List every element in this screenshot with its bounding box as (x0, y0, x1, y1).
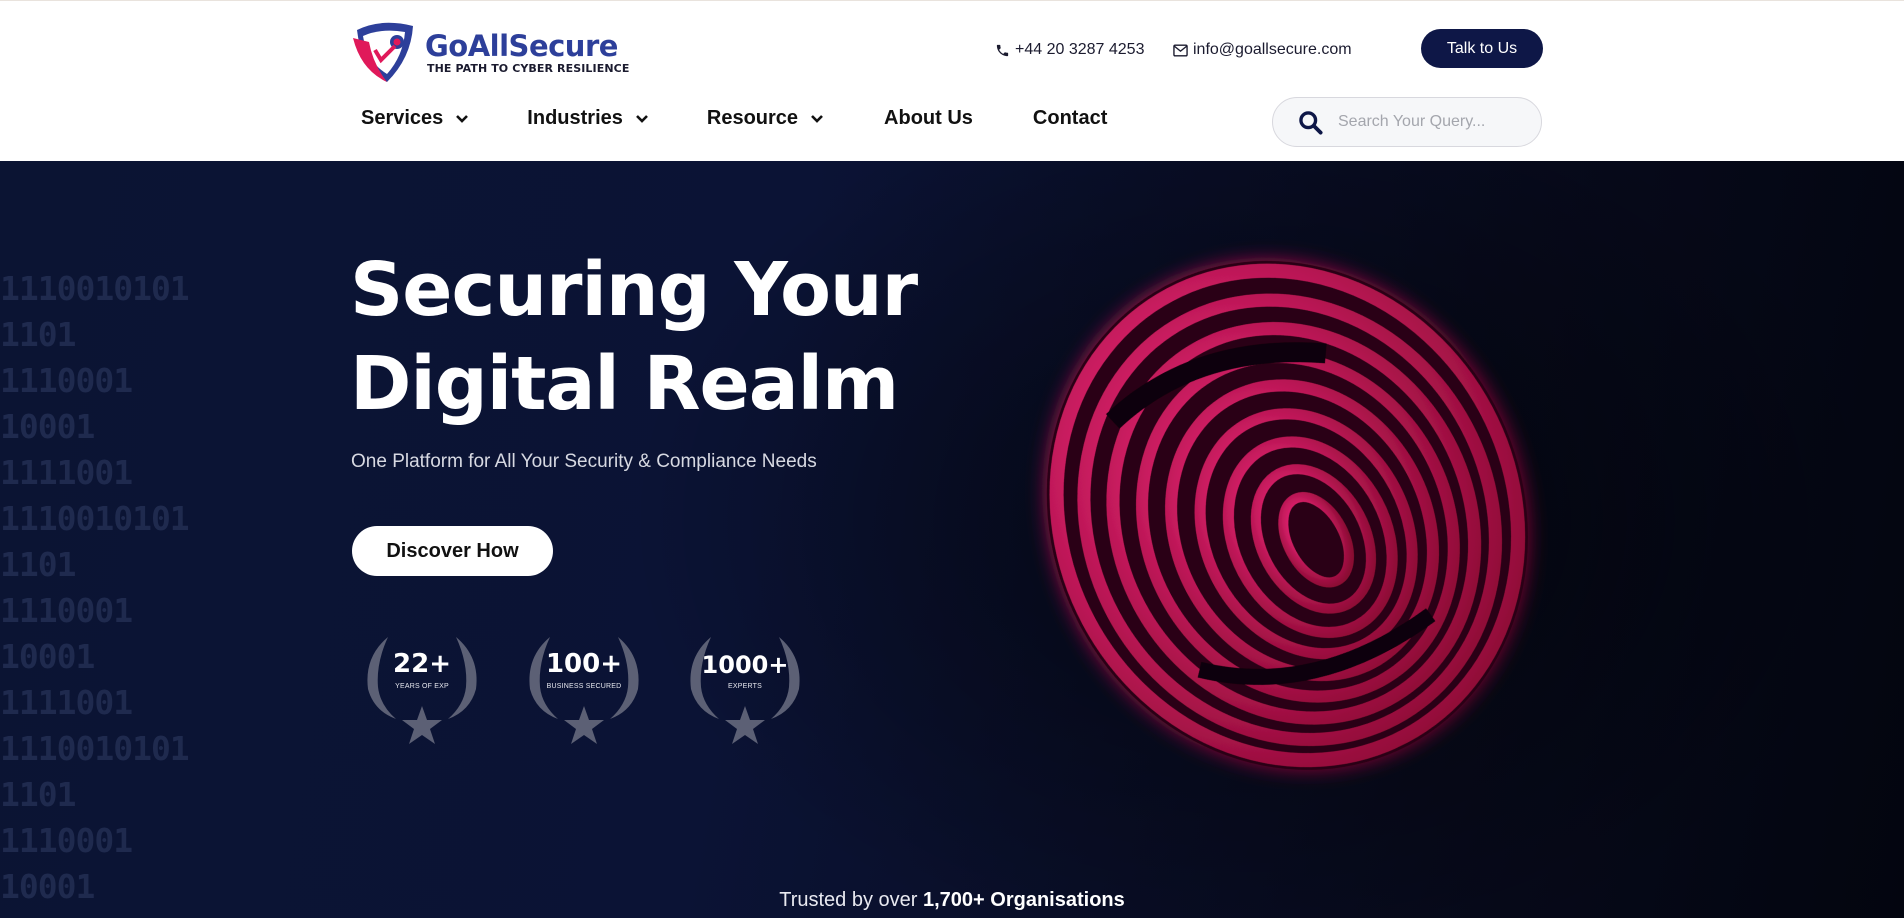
binary-line: 1101 (0, 545, 76, 584)
badge-number: 22+ (393, 649, 451, 679)
search-icon[interactable] (1297, 109, 1324, 136)
badge-number: 100+ (545, 649, 623, 679)
nav-item-label: Services (361, 107, 444, 129)
binary-line: 1110001 (0, 361, 133, 400)
envelope-icon (1173, 44, 1188, 56)
nav-item-services[interactable]: Services (361, 107, 469, 130)
fingerprint-illustration (1046, 260, 1529, 771)
binary-line: 1110001 (0, 821, 133, 860)
shield-logo-icon (353, 22, 413, 82)
nav-item-industries[interactable]: Industries (527, 107, 649, 130)
brand-logo[interactable]: GoAllSecure THE PATH TO CYBER RESILIENCE (351, 20, 631, 84)
binary-line: 1110010101 (0, 499, 190, 538)
binary-line: 10001 (0, 407, 95, 446)
discover-how-button[interactable]: Discover How (352, 526, 553, 576)
hero-title: Securing Your Digital Realm (350, 243, 918, 431)
binary-background-text: 1110010101 1101 1110001 10001 1111001 1110010… (0, 266, 190, 910)
email-link[interactable]: info@goallsecure.com (1173, 41, 1352, 59)
binary-line: 1110010101 (0, 729, 190, 768)
badge-number: 1000+ (701, 651, 789, 679)
brand-name: GoAllSecure (425, 28, 618, 63)
chevron-down-icon (811, 114, 823, 123)
phone-link[interactable]: +44 20 3287 4253 (995, 41, 1144, 59)
talk-to-us-button[interactable]: Talk to Us (1421, 29, 1543, 68)
hero-title-line1: Securing Your (350, 247, 918, 333)
badge-label: EXPERTS (728, 683, 762, 690)
main-nav: Services Industries Resource About Us Co… (361, 107, 1107, 130)
trusted-by-text: Trusted by over 1,700+ Organisations (0, 889, 1904, 912)
site-header: GoAllSecure THE PATH TO CYBER RESILIENCE… (0, 0, 1904, 161)
nav-item-about-us[interactable]: About Us (884, 107, 973, 130)
badge-label: BUSINESS SECURED (546, 683, 622, 690)
nav-item-contact[interactable]: Contact (1033, 107, 1107, 130)
nav-item-label: Industries (527, 107, 623, 129)
email-address: info@goallsecure.com (1193, 41, 1352, 58)
search-box (1272, 97, 1542, 147)
binary-line: 1110001 (0, 591, 133, 630)
binary-line: 1101 (0, 315, 76, 354)
binary-line: 1111001 (0, 453, 133, 492)
nav-item-label: Contact (1032, 107, 1108, 129)
phone-icon (996, 44, 1009, 56)
hero-subtitle: One Platform for All Your Security & Com… (351, 451, 817, 472)
chevron-down-icon (635, 114, 648, 123)
binary-line: 10001 (0, 637, 95, 676)
phone-number: +44 20 3287 4253 (1015, 41, 1145, 58)
nav-item-label: About Us (884, 107, 973, 129)
search-input[interactable] (1338, 113, 1518, 131)
binary-line: 1101 (0, 775, 76, 814)
chevron-down-icon (456, 114, 469, 123)
nav-item-label: Resource (706, 107, 799, 129)
trusted-highlight: 1,700+ Organisations (923, 889, 1125, 911)
binary-line: 1111001 (0, 683, 133, 722)
stat-badge-experts: 1000+ EXPERTS (673, 627, 817, 747)
brand-tagline: THE PATH TO CYBER RESILIENCE (427, 61, 630, 75)
stat-badge-business: 100+ BUSINESS SECURED (512, 627, 656, 747)
hero-title-line2: Digital Realm (350, 341, 899, 427)
binary-line: 1110010101 (0, 269, 190, 308)
nav-item-resource[interactable]: Resource (707, 107, 824, 130)
hero-section: 1110010101 1101 1110001 10001 1111001 1110010… (0, 161, 1904, 918)
stat-badge-years: 22+ YEARS OF EXP (350, 627, 494, 747)
trusted-prefix: Trusted by over (779, 889, 918, 911)
badge-label: YEARS OF EXP (395, 683, 449, 690)
